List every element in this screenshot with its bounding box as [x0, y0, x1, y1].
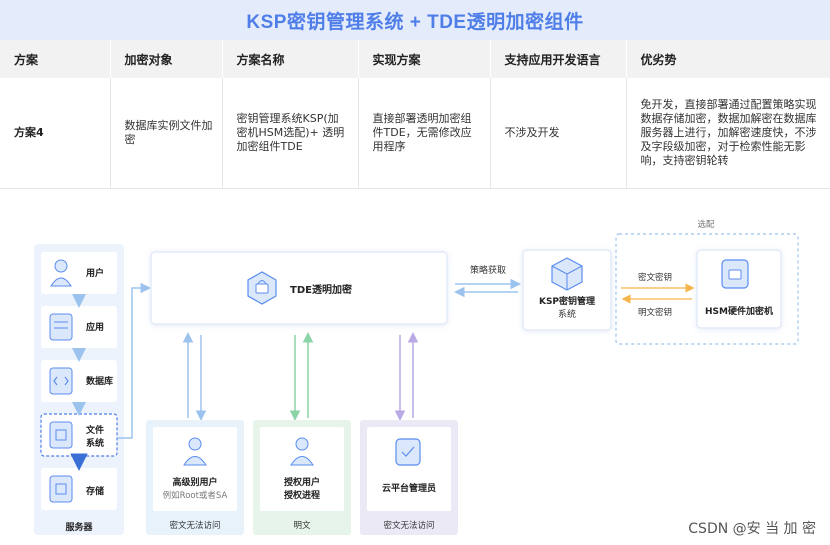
cell-name: 密钥管理系统KSP(加密机HSM选配)+ 透明加密组件TDE	[222, 78, 359, 189]
access-group-high-level-user: 高级别用户 例如Root或者SA 密文无法访问	[146, 332, 244, 535]
hsm-box: HSM硬件加密机	[696, 249, 782, 329]
tde-box: TDE透明加密	[150, 251, 448, 325]
cell-implementation: 直接部署透明加密组件TDE，无需修改应用程序	[358, 78, 491, 189]
server-item-user-label: 用户	[85, 267, 104, 279]
storage-icon	[49, 475, 73, 503]
ksp-box: KSP密钥管理 系统	[522, 249, 612, 331]
high-level-user-example: 例如Root或者SA	[163, 490, 228, 501]
cell-target: 数据库实例文件加密	[110, 78, 223, 189]
high-level-user-footer: 密文无法访问	[169, 520, 220, 531]
page-title: KSP密钥管理系统 + TDE透明加密组件	[246, 11, 584, 33]
high-level-user-label: 高级别用户	[172, 476, 217, 488]
app-icon	[49, 313, 73, 341]
server-item-app: 应用	[41, 306, 117, 348]
server-item-file-system: 文件 系统	[40, 413, 118, 457]
col-header-name: 方案名称	[222, 40, 359, 78]
server-stack-footer: 服务器	[65, 521, 93, 533]
col-header-scheme: 方案	[0, 40, 111, 78]
server-item-storage-label: 存储	[86, 485, 104, 497]
watermark: CSDN @安 当 加 密	[688, 520, 816, 537]
ksp-label-1: KSP密钥管理	[539, 295, 595, 307]
authorized-user-footer: 明文	[293, 520, 311, 531]
cloud-admin-label: 云平台管理员	[382, 482, 436, 494]
server-item-file-system-label-2: 系统	[86, 437, 104, 449]
policy-label: 策略获取	[470, 264, 506, 276]
tde-label: TDE透明加密	[290, 283, 352, 296]
code-icon	[49, 367, 73, 395]
server-stack: 服务器 用户 应用 数据库 文件 系统 存储	[34, 244, 124, 535]
table-row: 方案4 数据库实例文件加密 密钥管理系统KSP(加密机HSM选配)+ 透明加密组…	[0, 78, 830, 189]
authorized-process-label: 授权进程	[284, 489, 320, 501]
server-item-database: 数据库	[41, 360, 117, 402]
authorized-user-label: 授权用户	[284, 476, 320, 488]
cell-scheme: 方案4	[0, 78, 111, 189]
cloud-admin-icon	[395, 438, 421, 466]
server-item-storage: 存储	[41, 468, 117, 510]
col-header-implementation: 实现方案	[358, 40, 491, 78]
hsm-icon	[721, 259, 749, 289]
hsm-optional-group: 选配 密文密钥 明文密钥 HSM硬件加密机	[615, 219, 799, 345]
server-item-database-label: 数据库	[86, 375, 113, 387]
cell-pros-cons: 免开发，直接部署通过配置策略实现数据存储加密，数据加解密在数据库服务器上进行，加…	[626, 78, 830, 189]
plaintext-key-label: 明文密钥	[638, 307, 672, 318]
file-system-icon	[49, 421, 73, 449]
col-header-languages: 支持应用开发语言	[490, 40, 627, 78]
title-banner: KSP密钥管理系统 + TDE透明加密组件	[0, 0, 830, 40]
hsm-label: HSM硬件加密机	[705, 305, 773, 317]
access-group-cloud-admin: 云平台管理员 密文无法访问	[360, 332, 458, 535]
hsm-optional-label: 选配	[697, 219, 715, 230]
server-item-file-system-label-1: 文件	[85, 424, 104, 436]
col-header-target: 加密对象	[110, 40, 223, 78]
server-item-user: 用户	[41, 252, 117, 294]
architecture-diagram: 服务器 用户 应用 数据库 文件 系统 存储 TDE透明加密 策略获取 KSP密…	[34, 219, 816, 537]
col-header-pros-cons: 优劣势	[626, 40, 830, 78]
ciphertext-key-label: 密文密钥	[638, 272, 672, 283]
cloud-admin-footer: 密文无法访问	[383, 520, 434, 531]
table-header-row: 方案 加密对象 方案名称 实现方案 支持应用开发语言 优劣势	[0, 40, 830, 78]
ksp-label-2: 系统	[558, 308, 576, 320]
server-item-app-label: 应用	[86, 321, 104, 333]
scheme-table: 方案 加密对象 方案名称 实现方案 支持应用开发语言 优劣势 方案4 数据库实例…	[0, 40, 830, 189]
access-group-authorized-user: 授权用户 授权进程 明文	[253, 332, 351, 535]
cell-languages: 不涉及开发	[490, 78, 627, 189]
